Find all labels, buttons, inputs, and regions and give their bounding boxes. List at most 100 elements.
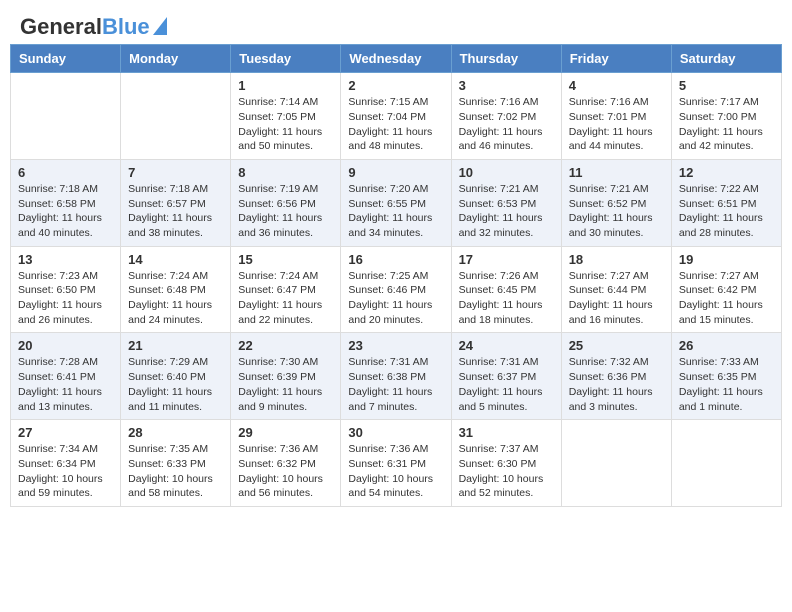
day-number: 23	[348, 338, 443, 353]
logo-triangle-icon	[153, 17, 167, 35]
day-number: 21	[128, 338, 223, 353]
day-number: 5	[679, 78, 774, 93]
calendar-day-cell: 12 Sunrise: 7:22 AM Sunset: 6:51 PM Dayli…	[671, 159, 781, 246]
day-info: Sunrise: 7:27 AM Sunset: 6:44 PM Dayligh…	[569, 269, 664, 328]
day-info: Sunrise: 7:33 AM Sunset: 6:35 PM Dayligh…	[679, 355, 774, 414]
calendar-week-row: 13 Sunrise: 7:23 AM Sunset: 6:50 PM Dayli…	[11, 246, 782, 333]
calendar-day-cell: 18 Sunrise: 7:27 AM Sunset: 6:44 PM Dayli…	[561, 246, 671, 333]
day-info: Sunrise: 7:16 AM Sunset: 7:01 PM Dayligh…	[569, 95, 664, 154]
day-number: 2	[348, 78, 443, 93]
calendar-day-cell: 21 Sunrise: 7:29 AM Sunset: 6:40 PM Dayli…	[121, 333, 231, 420]
day-number: 13	[18, 252, 113, 267]
calendar-day-cell: 6 Sunrise: 7:18 AM Sunset: 6:58 PM Daylig…	[11, 159, 121, 246]
day-info: Sunrise: 7:30 AM Sunset: 6:39 PM Dayligh…	[238, 355, 333, 414]
calendar-day-cell: 11 Sunrise: 7:21 AM Sunset: 6:52 PM Dayli…	[561, 159, 671, 246]
day-number: 9	[348, 165, 443, 180]
day-number: 12	[679, 165, 774, 180]
day-of-week-header: Friday	[561, 45, 671, 73]
calendar-day-cell: 4 Sunrise: 7:16 AM Sunset: 7:01 PM Daylig…	[561, 73, 671, 160]
day-info: Sunrise: 7:18 AM Sunset: 6:58 PM Dayligh…	[18, 182, 113, 241]
day-of-week-header: Tuesday	[231, 45, 341, 73]
day-info: Sunrise: 7:21 AM Sunset: 6:53 PM Dayligh…	[459, 182, 554, 241]
calendar-wrapper: SundayMondayTuesdayWednesdayThursdayFrid…	[0, 44, 792, 517]
day-number: 17	[459, 252, 554, 267]
day-number: 11	[569, 165, 664, 180]
day-number: 16	[348, 252, 443, 267]
calendar-day-cell: 13 Sunrise: 7:23 AM Sunset: 6:50 PM Dayli…	[11, 246, 121, 333]
day-of-week-header: Sunday	[11, 45, 121, 73]
day-info: Sunrise: 7:27 AM Sunset: 6:42 PM Dayligh…	[679, 269, 774, 328]
day-info: Sunrise: 7:17 AM Sunset: 7:00 PM Dayligh…	[679, 95, 774, 154]
calendar-table: SundayMondayTuesdayWednesdayThursdayFrid…	[10, 44, 782, 507]
header: GeneralBlue	[0, 0, 792, 44]
calendar-day-cell: 8 Sunrise: 7:19 AM Sunset: 6:56 PM Daylig…	[231, 159, 341, 246]
calendar-day-cell: 16 Sunrise: 7:25 AM Sunset: 6:46 PM Dayli…	[341, 246, 451, 333]
calendar-day-cell: 27 Sunrise: 7:34 AM Sunset: 6:34 PM Dayli…	[11, 420, 121, 507]
calendar-day-cell: 19 Sunrise: 7:27 AM Sunset: 6:42 PM Dayli…	[671, 246, 781, 333]
day-number: 10	[459, 165, 554, 180]
day-of-week-header: Wednesday	[341, 45, 451, 73]
day-number: 4	[569, 78, 664, 93]
day-number: 19	[679, 252, 774, 267]
day-info: Sunrise: 7:34 AM Sunset: 6:34 PM Dayligh…	[18, 442, 113, 501]
calendar-day-cell: 26 Sunrise: 7:33 AM Sunset: 6:35 PM Dayli…	[671, 333, 781, 420]
day-number: 20	[18, 338, 113, 353]
calendar-day-cell: 23 Sunrise: 7:31 AM Sunset: 6:38 PM Dayli…	[341, 333, 451, 420]
day-number: 28	[128, 425, 223, 440]
calendar-day-cell: 10 Sunrise: 7:21 AM Sunset: 6:53 PM Dayli…	[451, 159, 561, 246]
calendar-week-row: 6 Sunrise: 7:18 AM Sunset: 6:58 PM Daylig…	[11, 159, 782, 246]
calendar-day-cell: 9 Sunrise: 7:20 AM Sunset: 6:55 PM Daylig…	[341, 159, 451, 246]
calendar-day-cell: 7Sunrise: 7:18 AM Sunset: 6:57 PM Daylig…	[121, 159, 231, 246]
day-number: 7	[128, 165, 223, 180]
day-number: 1	[238, 78, 333, 93]
calendar-day-cell: 15Sunrise: 7:24 AM Sunset: 6:47 PM Dayli…	[231, 246, 341, 333]
day-number: 26	[679, 338, 774, 353]
day-info: Sunrise: 7:20 AM Sunset: 6:55 PM Dayligh…	[348, 182, 443, 241]
day-info: Sunrise: 7:24 AM Sunset: 6:48 PM Dayligh…	[128, 269, 223, 328]
calendar-day-cell: 5 Sunrise: 7:17 AM Sunset: 7:00 PM Daylig…	[671, 73, 781, 160]
day-of-week-header: Monday	[121, 45, 231, 73]
day-info: Sunrise: 7:19 AM Sunset: 6:56 PM Dayligh…	[238, 182, 333, 241]
day-info: Sunrise: 7:21 AM Sunset: 6:52 PM Dayligh…	[569, 182, 664, 241]
calendar-day-cell: 25Sunrise: 7:32 AM Sunset: 6:36 PM Dayli…	[561, 333, 671, 420]
day-info: Sunrise: 7:23 AM Sunset: 6:50 PM Dayligh…	[18, 269, 113, 328]
day-of-week-header: Thursday	[451, 45, 561, 73]
calendar-day-cell: 14 Sunrise: 7:24 AM Sunset: 6:48 PM Dayli…	[121, 246, 231, 333]
day-number: 3	[459, 78, 554, 93]
calendar-day-cell: 30Sunrise: 7:36 AM Sunset: 6:31 PM Dayli…	[341, 420, 451, 507]
day-number: 27	[18, 425, 113, 440]
calendar-week-row: 1Sunrise: 7:14 AM Sunset: 7:05 PM Daylig…	[11, 73, 782, 160]
day-number: 14	[128, 252, 223, 267]
calendar-day-cell: 22 Sunrise: 7:30 AM Sunset: 6:39 PM Dayli…	[231, 333, 341, 420]
day-number: 22	[238, 338, 333, 353]
day-number: 29	[238, 425, 333, 440]
day-number: 8	[238, 165, 333, 180]
day-number: 18	[569, 252, 664, 267]
calendar-day-cell: 20 Sunrise: 7:28 AM Sunset: 6:41 PM Dayli…	[11, 333, 121, 420]
day-info: Sunrise: 7:24 AM Sunset: 6:47 PM Dayligh…	[238, 269, 333, 328]
day-info: Sunrise: 7:28 AM Sunset: 6:41 PM Dayligh…	[18, 355, 113, 414]
day-info: Sunrise: 7:37 AM Sunset: 6:30 PM Dayligh…	[459, 442, 554, 501]
logo: GeneralBlue	[20, 15, 167, 39]
calendar-day-cell	[561, 420, 671, 507]
day-number: 6	[18, 165, 113, 180]
day-info: Sunrise: 7:25 AM Sunset: 6:46 PM Dayligh…	[348, 269, 443, 328]
calendar-day-cell	[121, 73, 231, 160]
calendar-day-cell: 31 Sunrise: 7:37 AM Sunset: 6:30 PM Dayli…	[451, 420, 561, 507]
day-info: Sunrise: 7:35 AM Sunset: 6:33 PM Dayligh…	[128, 442, 223, 501]
calendar-day-cell: 17 Sunrise: 7:26 AM Sunset: 6:45 PM Dayli…	[451, 246, 561, 333]
day-info: Sunrise: 7:15 AM Sunset: 7:04 PM Dayligh…	[348, 95, 443, 154]
day-info: Sunrise: 7:29 AM Sunset: 6:40 PM Dayligh…	[128, 355, 223, 414]
day-info: Sunrise: 7:22 AM Sunset: 6:51 PM Dayligh…	[679, 182, 774, 241]
day-number: 24	[459, 338, 554, 353]
day-number: 25	[569, 338, 664, 353]
calendar-day-cell: 1Sunrise: 7:14 AM Sunset: 7:05 PM Daylig…	[231, 73, 341, 160]
calendar-day-cell	[11, 73, 121, 160]
calendar-week-row: 20 Sunrise: 7:28 AM Sunset: 6:41 PM Dayli…	[11, 333, 782, 420]
day-info: Sunrise: 7:26 AM Sunset: 6:45 PM Dayligh…	[459, 269, 554, 328]
calendar-day-cell: 2 Sunrise: 7:15 AM Sunset: 7:04 PM Daylig…	[341, 73, 451, 160]
calendar-week-row: 27 Sunrise: 7:34 AM Sunset: 6:34 PM Dayli…	[11, 420, 782, 507]
day-number: 31	[459, 425, 554, 440]
day-info: Sunrise: 7:31 AM Sunset: 6:38 PM Dayligh…	[348, 355, 443, 414]
calendar-day-cell	[671, 420, 781, 507]
